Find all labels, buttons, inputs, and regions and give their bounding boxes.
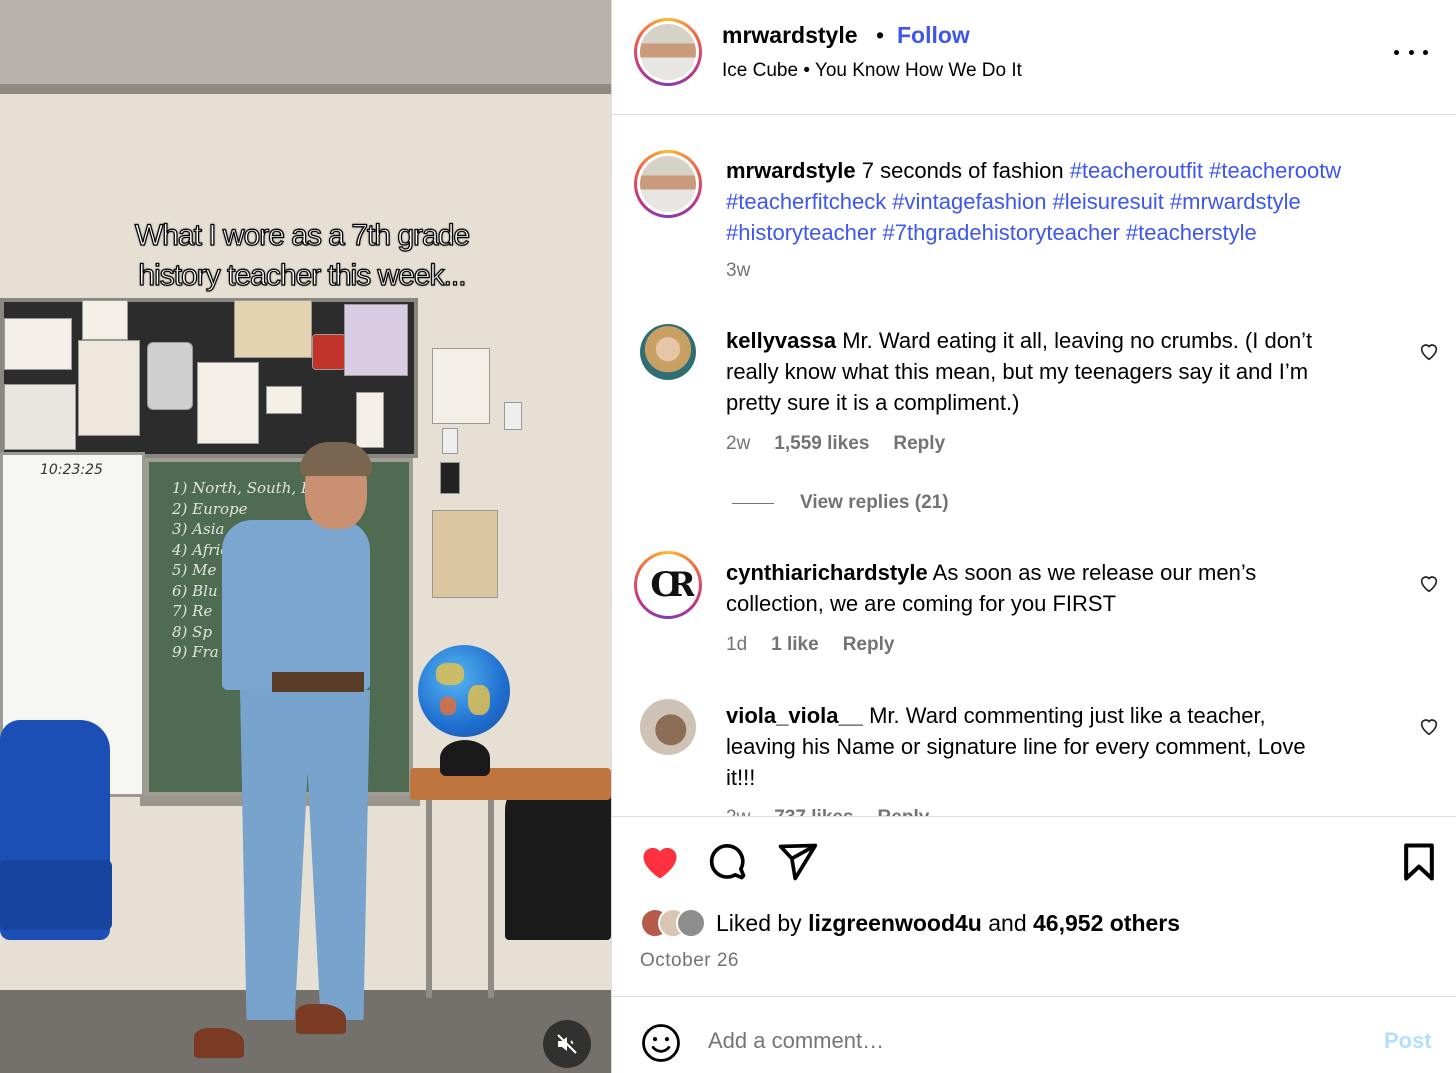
drawing <box>266 386 302 414</box>
globe-stand <box>440 740 490 776</box>
comment-icon[interactable] <box>706 840 750 884</box>
post-date[interactable]: October 26 <box>640 950 739 972</box>
commenter-avatar-story[interactable]: CR <box>634 551 702 619</box>
ceiling-edge <box>0 84 611 94</box>
comment-body: kellyvassa Mr. Ward eating it all, leavi… <box>726 328 1313 415</box>
desk-leg <box>488 798 494 998</box>
view-replies-button[interactable]: View replies (21) <box>732 492 949 514</box>
comment-reply-button[interactable]: Reply <box>893 433 945 455</box>
follow-button[interactable]: Follow <box>897 22 970 49</box>
liker-avatar[interactable] <box>676 908 706 938</box>
drawing <box>432 348 490 424</box>
commenter-avatar[interactable] <box>640 699 696 755</box>
replies-line <box>732 502 774 504</box>
comment-reply-button[interactable]: Reply <box>843 634 895 656</box>
liked-by-row: Liked by lizgreenwood4u and 46,952 other… <box>640 908 1180 938</box>
cr-logo: CR <box>640 557 696 613</box>
teacher-shoe-right <box>296 1004 346 1034</box>
caption-author-avatar[interactable] <box>634 150 702 218</box>
more-horizontal-icon <box>1394 49 1399 55</box>
teacher-shoe-left <box>194 1028 244 1058</box>
drawing <box>234 300 312 358</box>
author-username[interactable]: mrwardstyle <box>722 22 858 49</box>
light-switch <box>442 428 458 454</box>
drawing <box>197 362 259 444</box>
comment-age: 2w <box>726 433 751 454</box>
action-bar <box>612 840 1456 884</box>
bookmark-icon[interactable] <box>1397 840 1441 884</box>
drawing <box>356 392 384 448</box>
audio-track[interactable]: Ice Cube • You Know How We Do It <box>722 60 1022 82</box>
post-comment-button[interactable]: Post <box>1384 1028 1432 1054</box>
teacher-hair <box>300 442 372 476</box>
comment-meta: 1d 1 like Reply <box>726 634 895 656</box>
comment-likes[interactable]: 1,559 likes <box>774 433 869 455</box>
comment-like-icon[interactable] <box>1418 572 1440 594</box>
desk-leg <box>426 798 432 998</box>
light-switch <box>504 402 522 430</box>
black-chair <box>505 780 611 940</box>
post-video[interactable]: 10:23:25 1) North, South, Ea 2) Europe 3… <box>0 0 611 1073</box>
header-separator: • <box>876 22 885 48</box>
composer-divider <box>612 996 1456 997</box>
drawing-mummy <box>432 510 498 598</box>
post-details-pane: mrwardstyle • Follow Ice Cube • You Know… <box>612 0 1456 1073</box>
post-caption: mrwardstyle 7 seconds of fashion #teache… <box>726 155 1341 248</box>
drawing-tree <box>4 384 76 450</box>
comment-username[interactable]: kellyvassa <box>726 328 836 353</box>
comment-username[interactable]: viola_viola__ <box>726 703 863 728</box>
drawing-figure <box>78 340 140 436</box>
globe <box>418 645 510 737</box>
fire-alarm <box>312 334 346 370</box>
heart-filled-icon[interactable] <box>638 840 682 884</box>
caption-age: 3w <box>726 260 751 281</box>
mute-button[interactable] <box>543 1020 591 1068</box>
comments-divider <box>612 816 1456 817</box>
comment-body: viola_viola__ Mr. Ward commenting just l… <box>726 703 1306 790</box>
whiteboard-time: 10:23:25 <box>40 462 103 478</box>
add-comment-input[interactable] <box>708 1028 1348 1054</box>
liked-by-user[interactable]: lizgreenwood4u <box>808 910 982 936</box>
author-avatar[interactable] <box>634 18 702 86</box>
comment-like-icon[interactable] <box>1418 715 1440 737</box>
emoji-icon[interactable] <box>640 1022 682 1064</box>
teacher-shirt <box>222 520 370 690</box>
caption-meta: 3w <box>726 260 750 282</box>
caption-hashtags-3[interactable]: #historyteacher #7thgradehistoryteacher … <box>726 220 1257 245</box>
comment-meta: 2w 737 likes Reply <box>726 807 929 816</box>
liked-by-text: Liked by lizgreenwood4u and 46,952 other… <box>716 909 1181 936</box>
share-icon[interactable] <box>775 840 819 884</box>
caption-text: 7 seconds of fashion <box>861 158 1064 183</box>
teacher-belt <box>272 672 364 692</box>
video-caption: What I wore as a 7th grade history teach… <box>134 218 470 292</box>
comment-reply-button[interactable]: Reply <box>878 807 930 816</box>
comments-scroll-area[interactable]: mrwardstyle 7 seconds of fashion #teache… <box>612 115 1456 816</box>
poster <box>4 318 72 370</box>
caption-hashtags-2[interactable]: #teacherfitcheck #vintagefashion #leisur… <box>726 189 1301 214</box>
wall-speaker <box>147 342 193 410</box>
comment-body: cynthiarichardstyle As soon as we releas… <box>726 560 1257 616</box>
thermostat <box>440 462 460 494</box>
speaker-muted-icon <box>557 1034 577 1054</box>
commenter-avatar[interactable] <box>640 324 696 380</box>
caption-username[interactable]: mrwardstyle <box>726 158 856 183</box>
comment-like-icon[interactable] <box>1418 340 1440 362</box>
ceiling <box>0 0 611 88</box>
caption-hashtags-1[interactable]: #teacheroutfit #teacherootw <box>1070 158 1342 183</box>
blue-chair-seat <box>0 860 112 930</box>
comment-username[interactable]: cynthiarichardstyle <box>726 560 928 585</box>
drawing <box>344 304 408 376</box>
likes-count[interactable]: 46,952 others <box>1033 910 1180 936</box>
comment-meta: 2w 1,559 likes Reply <box>726 433 945 455</box>
more-options-button[interactable] <box>1394 42 1428 62</box>
drawing <box>82 300 128 340</box>
